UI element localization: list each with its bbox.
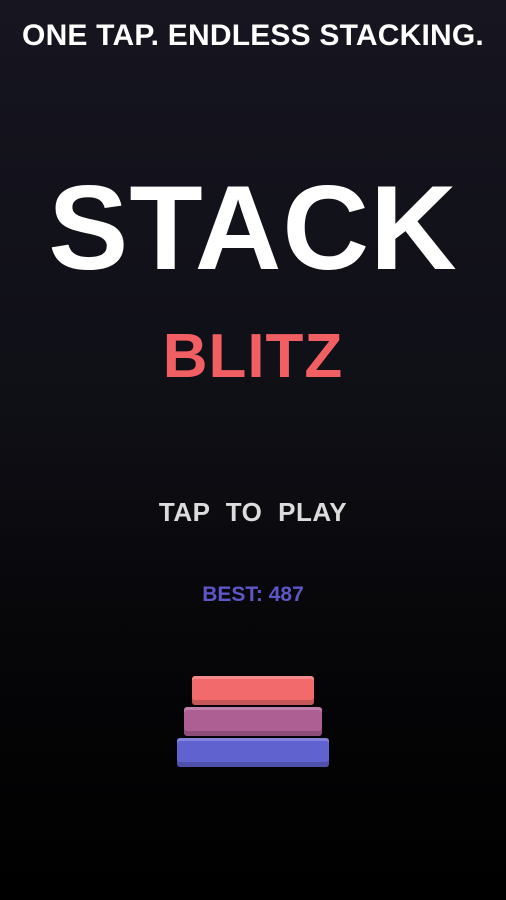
- stack-block-bottom: [177, 738, 329, 767]
- game-subtitle: BLITZ: [162, 322, 344, 391]
- stack-block-middle: [184, 707, 322, 736]
- tap-to-play-button[interactable]: TAP TO PLAY: [0, 496, 506, 528]
- tagline: ONE TAP. ENDLESS STACKING.: [22, 19, 484, 52]
- stack-block-top: [192, 676, 314, 705]
- best-score: BEST: 487: [202, 583, 304, 606]
- game-title: STACK: [48, 161, 458, 295]
